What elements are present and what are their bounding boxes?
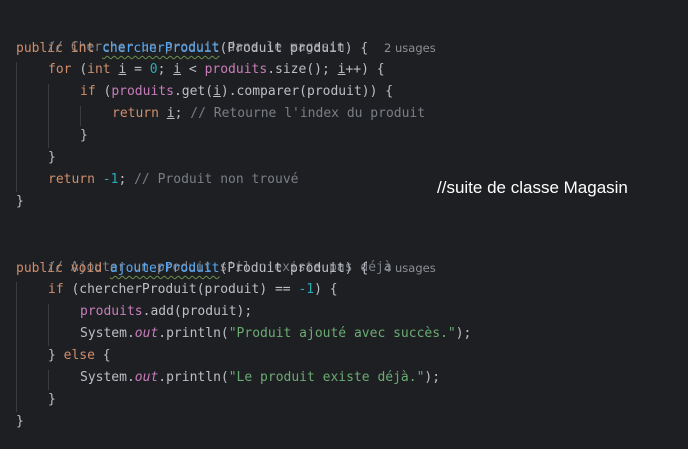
code-line[interactable]: }	[16, 411, 24, 433]
code-line[interactable]: } else {	[48, 345, 111, 367]
indent-guide	[16, 282, 17, 412]
code-line[interactable]: if (chercherProduit(produit) == -1) {	[48, 279, 338, 301]
code-text: (Produit produit) {	[219, 261, 377, 276]
keyword: return	[112, 106, 167, 121]
string-literal: "Produit ajouté avec succès."	[228, 326, 456, 341]
method-name: chercherProduit	[102, 41, 220, 56]
keyword: else	[63, 348, 95, 363]
variable: i	[213, 84, 221, 99]
code-line[interactable]: // Ajouter un produit s'il n'existe pas …	[16, 235, 391, 275]
code-editor[interactable]: // Chercher un produit dans le magasin p…	[0, 0, 688, 449]
annotation-note: //suite de classe Magasin	[437, 178, 628, 197]
indent-guide	[16, 62, 17, 192]
code-line[interactable]: System.out.println("Le produit existe dé…	[80, 367, 440, 389]
code-line[interactable]: if (produits.get(i).comparer(produit)) {	[80, 81, 393, 103]
comment: // Produit non trouvé	[134, 172, 299, 187]
keyword: if	[48, 282, 72, 297]
code-line[interactable]: }	[48, 147, 56, 169]
code-text: .size();	[267, 62, 338, 77]
code-text: );	[424, 370, 441, 385]
field: produits	[80, 304, 143, 319]
code-text: ++) {	[345, 62, 385, 77]
code-text: System.	[80, 370, 135, 385]
number: 0	[149, 62, 158, 77]
comment: // Retourne l'index du produit	[190, 106, 426, 121]
brace: }	[48, 150, 56, 165]
code-text: .println(	[158, 370, 229, 385]
indent-guide	[80, 106, 81, 126]
code-line[interactable]: produits.add(produit);	[80, 301, 252, 323]
code-text: <	[181, 62, 205, 77]
code-line[interactable]: }	[48, 389, 56, 411]
variable: i	[166, 106, 175, 121]
code-text: ;	[174, 106, 191, 121]
keyword: for	[48, 62, 80, 77]
indent-guide	[48, 84, 49, 148]
field: produits	[204, 62, 268, 77]
code-line[interactable]: for (int i = 0; i < produits.size(); i++…	[48, 59, 385, 81]
variable: i	[173, 62, 182, 77]
code-text: ;	[118, 172, 135, 187]
number: -1	[102, 172, 119, 187]
code-text: =	[126, 62, 150, 77]
code-text: ;	[157, 62, 174, 77]
code-line[interactable]: return -1; // Produit non trouvé	[48, 169, 298, 191]
code-text: ).comparer(produit)) {	[220, 84, 394, 99]
indent-guide	[48, 304, 49, 346]
keyword: if	[80, 84, 104, 99]
code-line[interactable]: System.out.println("Produit ajouté avec …	[80, 323, 471, 345]
code-line[interactable]: }	[80, 125, 88, 147]
code-text: (Produit produit) {	[219, 41, 377, 56]
usages-hint[interactable]: 2 usages	[384, 41, 436, 55]
usages-hint[interactable]: 4 usages	[384, 261, 436, 275]
code-line[interactable]: }	[16, 191, 24, 213]
static-field: out	[134, 326, 159, 341]
keyword: int	[87, 62, 119, 77]
number: -1	[298, 282, 315, 297]
keyword: public void	[16, 261, 110, 276]
brace: }	[48, 348, 64, 363]
code-text: .println(	[158, 326, 229, 341]
code-line[interactable]: public void ajouterProduit(Produit produ…	[16, 257, 436, 279]
code-text: System.	[80, 326, 135, 341]
string-literal: "Le produit existe déjà."	[228, 370, 425, 385]
code-line[interactable]: return i; // Retourne l'index du produit	[112, 103, 425, 125]
keyword: return	[48, 172, 103, 187]
code-text: .add(produit);	[142, 304, 253, 319]
brace: {	[94, 348, 111, 363]
code-text: );	[455, 326, 472, 341]
keyword: public int	[16, 41, 103, 56]
code-text: .get(	[173, 84, 214, 99]
code-text: (	[79, 62, 88, 77]
brace: }	[16, 194, 24, 209]
field: produits	[111, 84, 174, 99]
code-text: (chercherProduit(produit) ==	[71, 282, 299, 297]
code-line[interactable]: public int chercherProduit(Produit produ…	[16, 37, 436, 59]
code-line[interactable]: // Chercher un produit dans le magasin	[16, 15, 344, 55]
code-text: ) {	[314, 282, 338, 297]
brace: }	[16, 414, 24, 429]
static-field: out	[134, 370, 159, 385]
brace: }	[80, 128, 88, 143]
method-name: ajouterProduit	[109, 261, 220, 276]
indent-guide	[48, 370, 49, 390]
brace: }	[48, 392, 56, 407]
